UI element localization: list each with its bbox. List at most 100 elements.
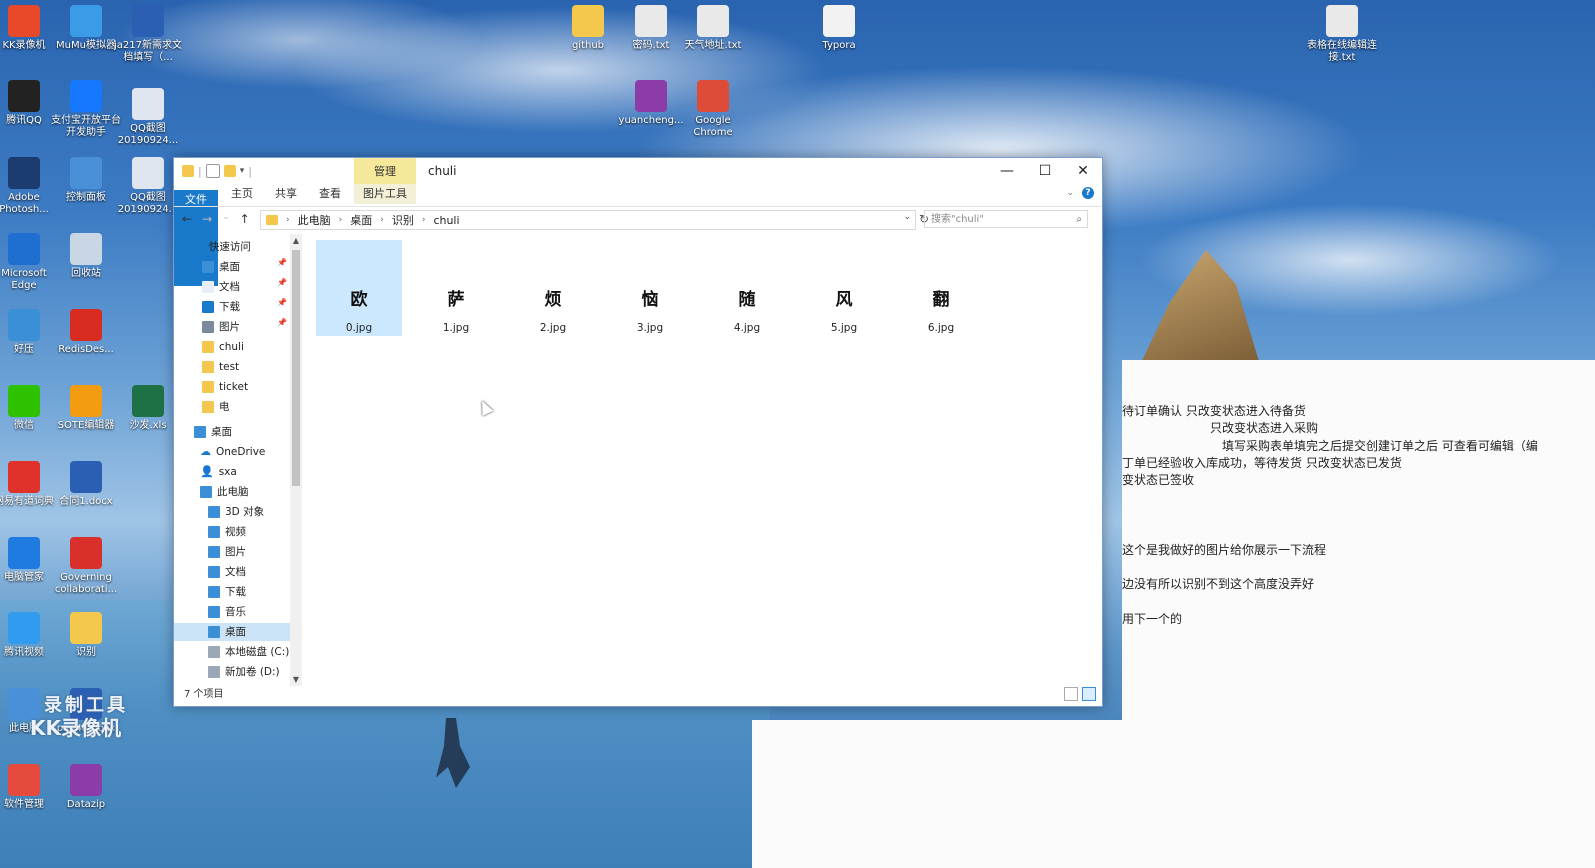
- desktop-shortcut[interactable]: RedisDes...: [50, 309, 122, 356]
- expand-ribbon-icon[interactable]: ⌄: [1066, 188, 1074, 198]
- nav-quick-item[interactable]: 下载: [202, 298, 240, 316]
- desktop-shortcut[interactable]: Datazip: [50, 764, 122, 811]
- nav-pc-item[interactable]: 新加卷 (D:): [208, 663, 280, 681]
- desktop-shortcut[interactable]: 识别: [50, 612, 122, 659]
- back-icon[interactable]: ←: [182, 212, 192, 226]
- nav-user[interactable]: 👤 sxa: [200, 463, 237, 481]
- search-input[interactable]: 搜索"chuli" ⌕: [924, 210, 1088, 228]
- window-controls: — ☐ ✕: [988, 158, 1102, 184]
- desktop-shortcut-label: Google Chrome: [693, 115, 733, 138]
- nav-scrollbar[interactable]: ▲ ▼: [290, 234, 302, 686]
- folder-icon[interactable]: [182, 165, 194, 177]
- breadcrumb-this-pc[interactable]: 此电脑: [298, 212, 331, 228]
- nav-onedrive[interactable]: ☁ OneDrive: [200, 443, 265, 461]
- scroll-down-icon[interactable]: ▼: [290, 675, 302, 684]
- breadcrumb-desktop[interactable]: 桌面: [350, 212, 372, 228]
- chevron-right-icon[interactable]: ›: [339, 215, 343, 225]
- nav-quick-item[interactable]: 图片: [202, 318, 240, 336]
- nav-pc-item[interactable]: 文档: [208, 563, 246, 581]
- library-icon: [202, 281, 214, 293]
- file-item[interactable]: 风 5.jpg: [801, 240, 887, 336]
- file-item[interactable]: 翻 6.jpg: [898, 240, 984, 336]
- file-item[interactable]: 欧 0.jpg: [316, 240, 402, 336]
- nav-pc-item[interactable]: 图片: [208, 543, 246, 561]
- navigation-pane[interactable]: ★ 快速访问 桌面 📌 文档 📌 下载 📌 图片 📌 chuli test ticket 电 桌面 ☁…: [174, 234, 292, 684]
- nav-pc-item[interactable]: 3D 对象: [208, 503, 264, 521]
- mouse-cursor-icon: [476, 398, 494, 416]
- ribbon-tabs: 文件 主页 共享 查看 图片工具 ⌄ ?: [174, 184, 1102, 286]
- recent-locations-icon[interactable]: ⌄: [222, 212, 230, 226]
- address-bar[interactable]: › 此电脑 › 桌面 › 识别 › chuli ⌄: [260, 210, 916, 230]
- tab-view[interactable]: 查看: [310, 184, 350, 204]
- nav-quick-item[interactable]: 桌面: [202, 258, 240, 276]
- help-icon[interactable]: ?: [1082, 187, 1094, 199]
- large-icons-view-button[interactable]: [1082, 687, 1096, 701]
- nav-this-pc[interactable]: 此电脑: [200, 483, 249, 501]
- desktop-shortcut[interactable]: Google Chrome: [677, 80, 749, 139]
- up-icon[interactable]: ↑: [240, 212, 250, 226]
- close-button[interactable]: ✕: [1064, 158, 1102, 184]
- forward-icon[interactable]: →: [202, 212, 212, 226]
- pin-icon[interactable]: 📌: [277, 298, 287, 307]
- desktop-shortcut[interactable]: 合同1.docx: [50, 461, 122, 508]
- file-item[interactable]: 萨 1.jpg: [413, 240, 499, 336]
- nav-quick-item[interactable]: chuli: [202, 338, 244, 356]
- chevron-right-icon[interactable]: ›: [286, 215, 290, 225]
- chevron-right-icon[interactable]: ›: [422, 215, 426, 225]
- pin-icon[interactable]: 📌: [277, 318, 287, 327]
- nav-quick-item[interactable]: 文档: [202, 278, 240, 296]
- details-view-button[interactable]: [1064, 687, 1078, 701]
- new-folder-icon[interactable]: [223, 165, 236, 177]
- nav-quick-item[interactable]: 电: [202, 398, 230, 416]
- control-panel-icon: [70, 157, 102, 189]
- breadcrumb-shibie[interactable]: 识别: [392, 212, 414, 228]
- nav-pc-item[interactable]: 本地磁盘 (C:): [208, 643, 289, 661]
- nav-quick-access[interactable]: ★ 快速访问: [194, 238, 251, 256]
- scroll-thumb[interactable]: [292, 250, 300, 486]
- desktop-shortcut[interactable]: 天气地址.txt: [677, 5, 749, 52]
- file-item[interactable]: 恼 3.jpg: [607, 240, 693, 336]
- minimize-button[interactable]: —: [988, 158, 1026, 184]
- nav-quick-item[interactable]: test: [202, 358, 239, 376]
- desktop-shortcut[interactable]: 回收站: [50, 233, 122, 280]
- pin-icon[interactable]: 📌: [277, 258, 287, 267]
- nav-desktop[interactable]: 桌面: [194, 423, 232, 441]
- nav-pc-item[interactable]: 视频: [208, 523, 246, 541]
- pin-icon[interactable]: 📌: [277, 278, 287, 287]
- chevron-down-icon[interactable]: ⌄: [903, 212, 911, 222]
- desktop-shortcut-label: github: [571, 40, 605, 51]
- nav-quick-item[interactable]: ticket: [202, 378, 248, 396]
- nav-pc-item[interactable]: 桌面: [174, 623, 290, 641]
- file-item[interactable]: 烦 2.jpg: [510, 240, 596, 336]
- scroll-up-icon[interactable]: ▲: [290, 236, 302, 245]
- title-bar[interactable]: | ▾ | 管理 chuli — ☐ ✕: [174, 158, 1102, 184]
- tab-picture-tools[interactable]: 图片工具: [354, 184, 416, 204]
- desktop-shortcut[interactable]: ja217新需求文档填写（...: [112, 5, 184, 64]
- nav-pc-item[interactable]: 音乐: [208, 603, 246, 621]
- maximize-button[interactable]: ☐: [1026, 158, 1064, 184]
- word-doc-icon: [70, 461, 102, 493]
- drive-icon: [208, 646, 220, 658]
- tab-home[interactable]: 主页: [222, 184, 262, 204]
- file-explorer-window[interactable]: | ▾ | 管理 chuli — ☐ ✕ 文件 主页 共享 查看 图片工具 ⌄ …: [173, 157, 1103, 707]
- desktop-shortcut[interactable]: Typora: [803, 5, 875, 52]
- nav-pc-item[interactable]: 下载: [208, 583, 246, 601]
- search-icon[interactable]: ⌕: [1076, 211, 1082, 229]
- desktop-shortcut-label: QQ截图20190924...: [117, 123, 179, 146]
- desktop-shortcut[interactable]: Governing collaborati...: [50, 537, 122, 596]
- breadcrumb-chuli[interactable]: chuli: [433, 214, 459, 227]
- desktop-shortcut[interactable]: QQ截图20190924...: [112, 88, 184, 147]
- nav-label: 下载: [225, 586, 246, 598]
- toolbar-divider: |: [198, 164, 202, 178]
- file-list-area[interactable]: 欧 0.jpg 萨 1.jpg 烦 2.jpg 恼 3.jpg 随 4.jpg 风 5.jpg 翻 6.j…: [304, 234, 1100, 684]
- desktop-shortcut[interactable]: 表格在线编辑连接.txt: [1306, 5, 1378, 64]
- properties-icon[interactable]: [205, 164, 220, 178]
- nav-label: 下载: [219, 301, 240, 313]
- tab-share[interactable]: 共享: [266, 184, 306, 204]
- customize-toolbar-icon[interactable]: ▾: [240, 166, 245, 176]
- tencent-video-icon: [8, 612, 40, 644]
- desktop-shortcut[interactable]: github: [552, 5, 624, 52]
- manage-contextual-tab[interactable]: 管理: [354, 158, 416, 184]
- file-item[interactable]: 随 4.jpg: [704, 240, 790, 336]
- chevron-right-icon[interactable]: ›: [380, 215, 384, 225]
